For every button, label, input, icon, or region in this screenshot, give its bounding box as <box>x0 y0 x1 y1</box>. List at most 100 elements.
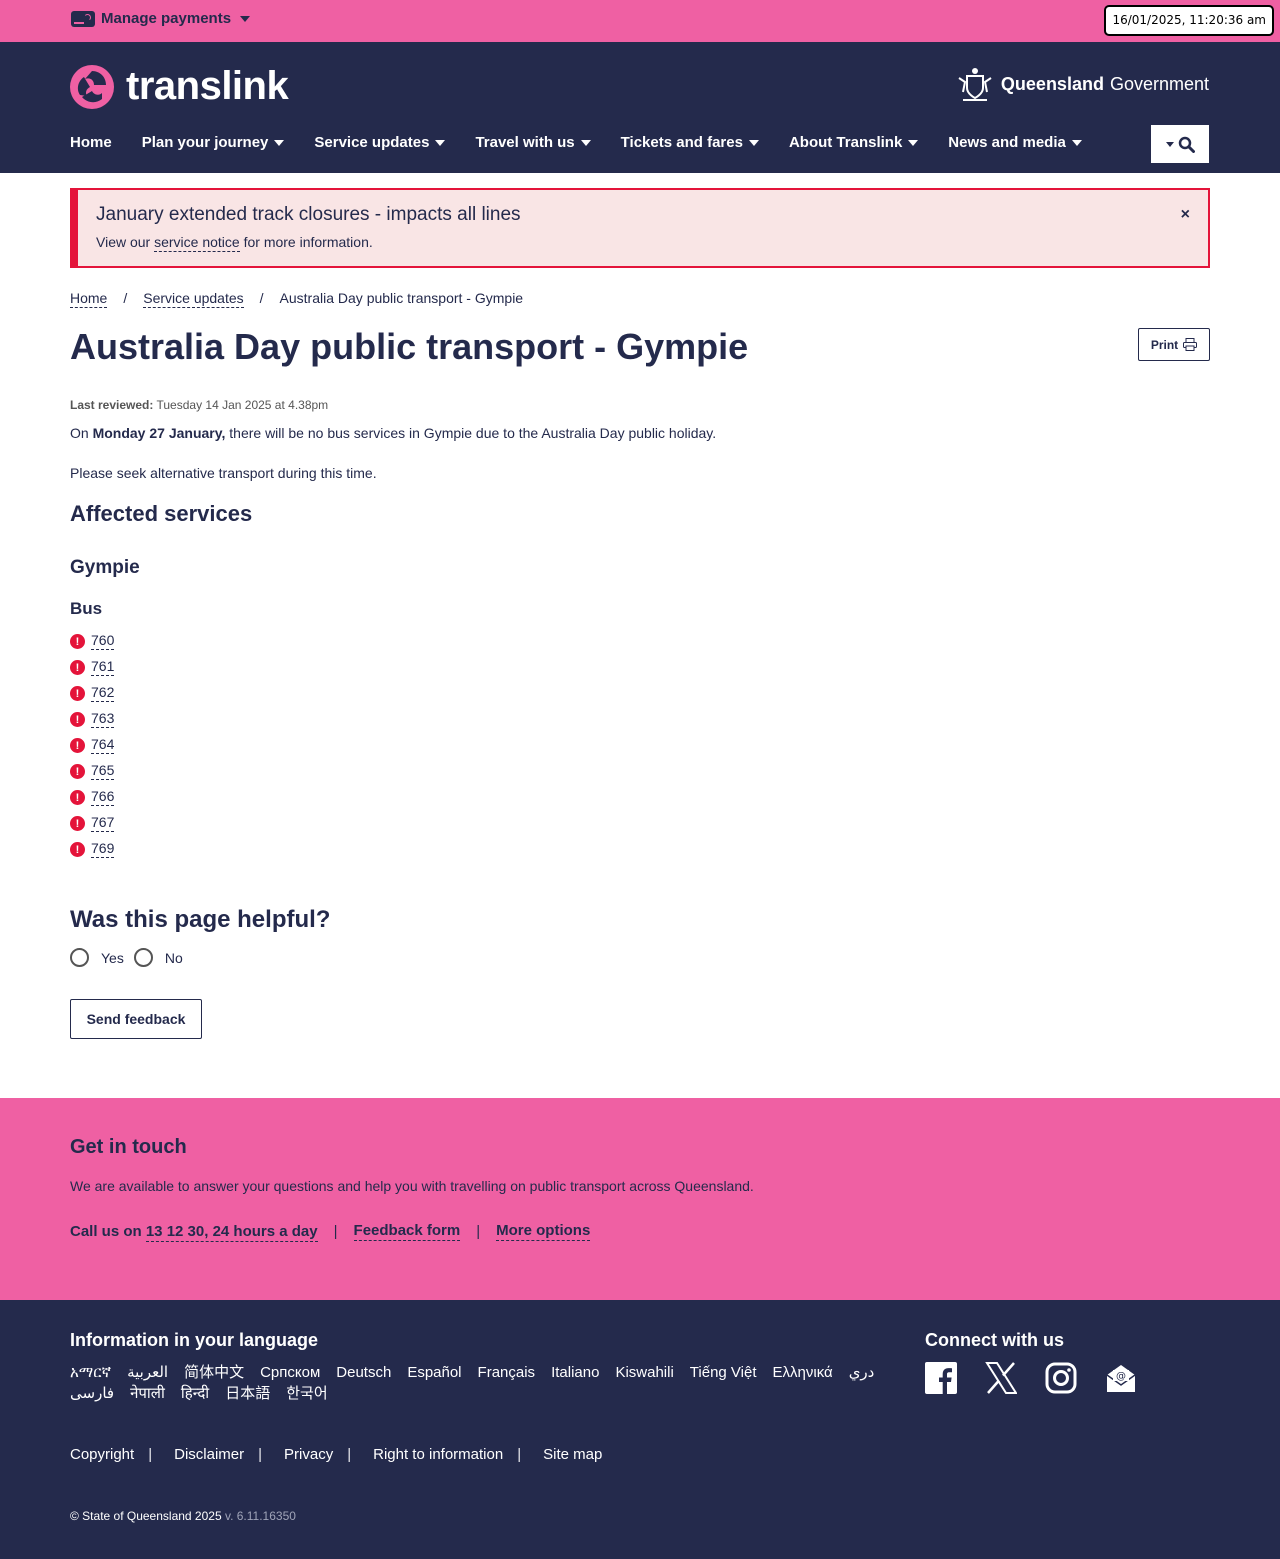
language-link-french[interactable]: Français <box>478 1362 536 1383</box>
route-link[interactable]: 766 <box>91 788 115 806</box>
language-link-hindi[interactable]: हिन्दी <box>181 1383 209 1404</box>
main-navigation: Home Plan your journey Service updates T… <box>70 134 1112 151</box>
helpful-options: Yes No <box>70 948 193 967</box>
alert-icon: ! <box>70 712 85 727</box>
copyright-text: © State of Queensland 2025 v. 6.11.16350 <box>70 1509 296 1523</box>
right-to-information-link[interactable]: Right to information <box>373 1446 503 1463</box>
disclaimer-link[interactable]: Disclaimer <box>174 1446 244 1463</box>
nav-about-translink[interactable]: About Translink <box>789 134 919 151</box>
social-links: @ <box>925 1362 1137 1397</box>
manage-payments-menu[interactable]: Manage payments <box>71 10 251 27</box>
more-options-link[interactable]: More options <box>496 1222 591 1241</box>
nav-plan-your-journey[interactable]: Plan your journey <box>142 134 285 151</box>
printer-icon <box>1183 338 1198 351</box>
nav-travel-with-us[interactable]: Travel with us <box>475 134 591 151</box>
language-link-greek[interactable]: Ελληνικά <box>773 1362 833 1383</box>
chevron-down-icon <box>580 139 591 146</box>
breadcrumb-home[interactable]: Home <box>70 290 108 308</box>
affected-routes-list: ! 760 ! 761 ! 762 ! 763 ! 764 ! 765 ! 766 ! 767 … <box>70 632 115 866</box>
search-toggle-button[interactable] <box>1151 125 1209 163</box>
x-icon <box>985 1362 1018 1394</box>
x-twitter-link[interactable] <box>985 1362 1018 1397</box>
alert-icon: ! <box>70 816 85 831</box>
language-link-chinese[interactable]: 简体中文 <box>184 1362 244 1383</box>
page-title: Australia Day public transport - Gympie <box>70 326 749 367</box>
brand-name: translink <box>126 64 289 108</box>
nav-news-and-media[interactable]: News and media <box>948 134 1082 151</box>
list-item: ! 765 <box>70 762 115 788</box>
nav-home[interactable]: Home <box>70 134 112 151</box>
language-link-italian[interactable]: Italiano <box>551 1362 599 1383</box>
route-link[interactable]: 761 <box>91 658 115 676</box>
facebook-link[interactable] <box>925 1362 957 1397</box>
language-links: አማርኛ العربية 简体中文 Српском Deutsch Españo… <box>70 1362 890 1404</box>
language-link-german[interactable]: Deutsch <box>336 1362 391 1383</box>
language-link-swahili[interactable]: Kiswahili <box>615 1362 673 1383</box>
language-link-serbian[interactable]: Српском <box>260 1362 320 1383</box>
alert-icon: ! <box>70 842 85 857</box>
language-link-dari[interactable]: دري <box>849 1362 875 1383</box>
feedback-form-link[interactable]: Feedback form <box>353 1222 461 1241</box>
chevron-down-icon <box>908 139 919 146</box>
advice-paragraph: Please seek alternative transport during… <box>70 465 377 481</box>
chevron-down-icon <box>1071 139 1082 146</box>
site-map-link[interactable]: Site map <box>543 1446 602 1463</box>
gov-name-rest: Government <box>1109 73 1209 94</box>
print-label: Print <box>1150 337 1179 352</box>
language-heading: Information in your language <box>70 1330 319 1350</box>
language-link-spanish[interactable]: Español <box>407 1362 461 1383</box>
route-link[interactable]: 762 <box>91 684 115 702</box>
breadcrumb-service-updates[interactable]: Service updates <box>143 290 244 308</box>
alert-icon: ! <box>70 738 85 753</box>
nav-service-updates[interactable]: Service updates <box>314 134 446 151</box>
copyright-link[interactable]: Copyright <box>70 1446 134 1463</box>
print-button[interactable]: Print <box>1138 328 1210 361</box>
route-link[interactable]: 760 <box>91 632 115 650</box>
route-link[interactable]: 764 <box>91 736 115 754</box>
facebook-icon <box>925 1362 957 1394</box>
nav-tickets-and-fares[interactable]: Tickets and fares <box>621 134 759 151</box>
route-link[interactable]: 767 <box>91 814 115 832</box>
language-link-amharic[interactable]: አማርኛ <box>70 1362 111 1383</box>
chevron-down-icon <box>274 139 285 146</box>
language-link-korean[interactable]: 한국어 <box>286 1383 327 1404</box>
route-link[interactable]: 769 <box>91 840 115 858</box>
coat-of-arms-icon <box>958 68 992 101</box>
email-subscribe-link[interactable]: @ <box>1105 1362 1137 1397</box>
breadcrumb-current: Australia Day public transport - Gympie <box>279 290 524 306</box>
list-item: ! 767 <box>70 814 115 840</box>
language-link-japanese[interactable]: 日本語 <box>225 1383 270 1404</box>
get-in-touch-section: Get in touch We are available to answer … <box>0 1098 1280 1300</box>
no-radio[interactable] <box>133 948 153 967</box>
language-link-vietnamese[interactable]: Tiếng Việt <box>690 1362 757 1383</box>
phone-link[interactable]: 13 12 30, 24 hours a day <box>145 1223 318 1242</box>
instagram-icon <box>1045 1362 1077 1394</box>
language-link-nepali[interactable]: नेपाली <box>130 1383 165 1404</box>
route-link[interactable]: 765 <box>91 762 115 780</box>
service-notice-link[interactable]: service notice <box>154 234 240 252</box>
translink-logo[interactable]: translink <box>70 64 289 109</box>
yes-radio[interactable] <box>70 948 89 967</box>
site-header: translink Queensland Government Home Pla… <box>0 42 1280 173</box>
affected-services-heading: Affected services <box>70 501 253 526</box>
chevron-down-icon <box>748 139 759 146</box>
queensland-government-logo[interactable]: Queensland Government <box>955 64 1209 104</box>
instagram-link[interactable] <box>1045 1362 1077 1397</box>
list-item: ! 769 <box>70 840 115 866</box>
language-link-farsi[interactable]: فارسی <box>70 1383 114 1404</box>
connect-heading: Connect with us <box>925 1330 1064 1350</box>
helpful-no-option[interactable]: No <box>133 948 183 967</box>
alert-icon: ! <box>70 790 85 805</box>
top-utility-bar: Manage payments 16/01/2025, 11:20:36 am <box>0 0 1280 42</box>
helpful-yes-option[interactable]: Yes <box>70 948 124 967</box>
language-link-arabic[interactable]: العربية <box>127 1362 168 1383</box>
alert-icon: ! <box>70 660 85 675</box>
region-heading: Gympie <box>70 557 140 578</box>
privacy-link[interactable]: Privacy <box>284 1446 333 1463</box>
route-link[interactable]: 763 <box>91 710 115 728</box>
service-alert-banner: January extended track closures - impact… <box>70 188 1210 268</box>
chevron-down-icon <box>1165 141 1174 147</box>
send-feedback-button[interactable]: Send feedback <box>70 999 202 1039</box>
close-alert-button[interactable]: × <box>1181 206 1190 224</box>
alert-icon: ! <box>70 634 85 649</box>
